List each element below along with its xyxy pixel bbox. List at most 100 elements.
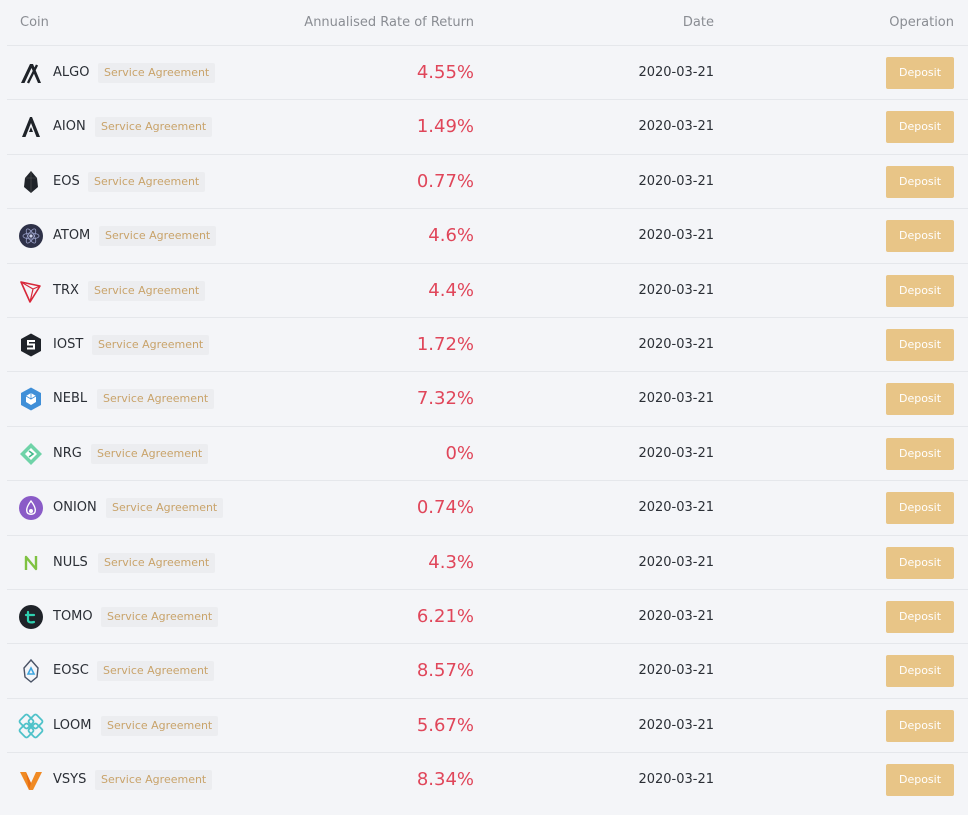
table-row: TOMO Service Agreement 6.21% 2020-03-21 Depo… <box>7 590 968 645</box>
table-row: EOSC Service Agreement 8.57% 2020-03-21 Depo… <box>7 644 968 699</box>
service-agreement-link[interactable]: Service Agreement <box>101 715 219 736</box>
annual-rate: 6.21% <box>416 605 474 627</box>
service-agreement-link[interactable]: Service Agreement <box>98 63 216 83</box>
header-date: Date <box>682 15 714 30</box>
loom-icon <box>18 713 44 739</box>
date: 2020-03-21 <box>638 336 714 352</box>
deposit-button[interactable]: Deposit <box>886 383 954 416</box>
algo-icon <box>18 60 44 86</box>
coin-name: ATOM <box>53 228 91 244</box>
service-agreement-link[interactable]: Service Agreement <box>91 443 209 464</box>
coin-name: NEBL <box>53 391 88 407</box>
table-row: EOS Service Agreement 0.77% 2020-03-21 Depos… <box>7 155 968 210</box>
deposit-button[interactable]: Deposit <box>886 709 954 742</box>
table-row: IOST Service Agreement 1.72% 2020-03-21 Depo… <box>7 318 968 373</box>
onion-icon <box>18 495 44 521</box>
service-agreement-link[interactable]: Service Agreement <box>99 226 217 247</box>
service-agreement-link[interactable]: Service Agreement <box>97 661 215 682</box>
annual-rate: 4.6% <box>428 225 474 247</box>
date: 2020-03-21 <box>638 772 714 788</box>
date: 2020-03-21 <box>638 282 714 298</box>
date: 2020-03-21 <box>638 717 714 733</box>
coin-name: ONION <box>53 500 97 516</box>
annual-rate: 0% <box>445 442 474 464</box>
atom-icon <box>18 223 44 249</box>
deposit-button[interactable]: Deposit <box>886 655 954 688</box>
table-row: VSYS Service Agreement 8.34% 2020-03-21 Depo… <box>7 753 968 807</box>
annual-rate: 4.55% <box>416 62 474 83</box>
coin-name: ALGO <box>53 65 90 80</box>
table-body: ALGO Service Agreement 4.55% 2020-03-21 Depo… <box>7 46 968 807</box>
staking-table: Coin Annualised Rate of Return Date Oper… <box>7 0 968 807</box>
deposit-button[interactable]: Deposit <box>886 165 954 198</box>
eos-icon <box>18 169 44 195</box>
trx-icon <box>18 278 44 304</box>
nrg-icon <box>18 441 44 467</box>
annual-rate: 8.34% <box>416 769 474 791</box>
coin-name: AION <box>53 119 86 135</box>
date: 2020-03-21 <box>638 119 714 135</box>
header-operation: Operation <box>889 15 954 30</box>
date: 2020-03-21 <box>638 391 714 407</box>
date: 2020-03-21 <box>638 445 714 461</box>
annual-rate: 5.67% <box>416 714 474 736</box>
coin-name: IOST <box>53 336 84 352</box>
service-agreement-link[interactable]: Service Agreement <box>88 171 206 192</box>
date: 2020-03-21 <box>638 554 714 570</box>
deposit-button[interactable]: Deposit <box>886 600 954 633</box>
coin-name: EOS <box>53 173 80 189</box>
deposit-button[interactable]: Deposit <box>886 274 954 307</box>
service-agreement-link[interactable]: Service Agreement <box>95 117 213 138</box>
date: 2020-03-21 <box>638 500 714 516</box>
vsys-icon <box>18 767 44 793</box>
deposit-button[interactable]: Deposit <box>886 111 954 144</box>
table-header: Coin Annualised Rate of Return Date Oper… <box>7 0 968 46</box>
date: 2020-03-21 <box>638 608 714 624</box>
table-row: NRG Service Agreement 0% 2020-03-21 Deposit <box>7 427 968 482</box>
date: 2020-03-21 <box>638 663 714 679</box>
table-row: LOOM Service Agreement 5.67% 2020-03-21 Depo… <box>7 699 968 754</box>
aion-icon <box>18 114 44 140</box>
annual-rate: 1.72% <box>416 333 474 355</box>
service-agreement-link[interactable]: Service Agreement <box>92 334 210 355</box>
service-agreement-link[interactable]: Service Agreement <box>106 498 224 519</box>
annual-rate: 1.49% <box>416 116 474 138</box>
nuls-icon <box>18 550 44 576</box>
tomo-icon <box>18 604 44 630</box>
service-agreement-link[interactable]: Service Agreement <box>98 552 216 573</box>
annual-rate: 4.3% <box>428 551 474 573</box>
coin-name: EOSC <box>53 663 89 679</box>
annual-rate: 0.74% <box>416 497 474 519</box>
header-rate: Annualised Rate of Return <box>304 15 474 30</box>
table-row: NEBL Service Agreement 7.32% 2020-03-21 Depo… <box>7 372 968 427</box>
deposit-button[interactable]: Deposit <box>886 220 954 253</box>
table-row: TRX Service Agreement 4.4% 2020-03-21 Deposi… <box>7 264 968 318</box>
deposit-button[interactable]: Deposit <box>886 437 954 470</box>
service-agreement-link[interactable]: Service Agreement <box>97 389 215 410</box>
deposit-button[interactable]: Deposit <box>886 764 954 797</box>
service-agreement-link[interactable]: Service Agreement <box>88 280 206 301</box>
coin-name: LOOM <box>53 717 92 733</box>
table-row: NULS Service Agreement 4.3% 2020-03-21 Depos… <box>7 536 968 590</box>
annual-rate: 8.57% <box>416 660 474 682</box>
deposit-button[interactable]: Deposit <box>886 328 954 361</box>
coin-name: VSYS <box>53 772 87 788</box>
iost-icon <box>18 332 44 358</box>
header-coin: Coin <box>20 15 49 30</box>
date: 2020-03-21 <box>638 228 714 244</box>
coin-name: TOMO <box>53 608 93 624</box>
date: 2020-03-21 <box>638 173 714 189</box>
coin-name: TRX <box>53 282 79 298</box>
service-agreement-link[interactable]: Service Agreement <box>101 606 219 627</box>
service-agreement-link[interactable]: Service Agreement <box>95 770 213 791</box>
deposit-button[interactable]: Deposit <box>886 546 954 579</box>
table-row: ONION Service Agreement 0.74% 2020-03-21 Dep… <box>7 481 968 536</box>
table-row: ATOM Service Agreement 4.6% 2020-03-21 Depos… <box>7 209 968 264</box>
deposit-button[interactable]: Deposit <box>886 57 954 89</box>
annual-rate: 4.4% <box>428 279 474 301</box>
table-row: AION Service Agreement 1.49% 2020-03-21 Depo… <box>7 100 968 155</box>
table-row: ALGO Service Agreement 4.55% 2020-03-21 Depo… <box>7 46 968 101</box>
deposit-button[interactable]: Deposit <box>886 492 954 525</box>
coin-name: NULS <box>53 554 88 570</box>
eosc-icon <box>18 658 44 684</box>
